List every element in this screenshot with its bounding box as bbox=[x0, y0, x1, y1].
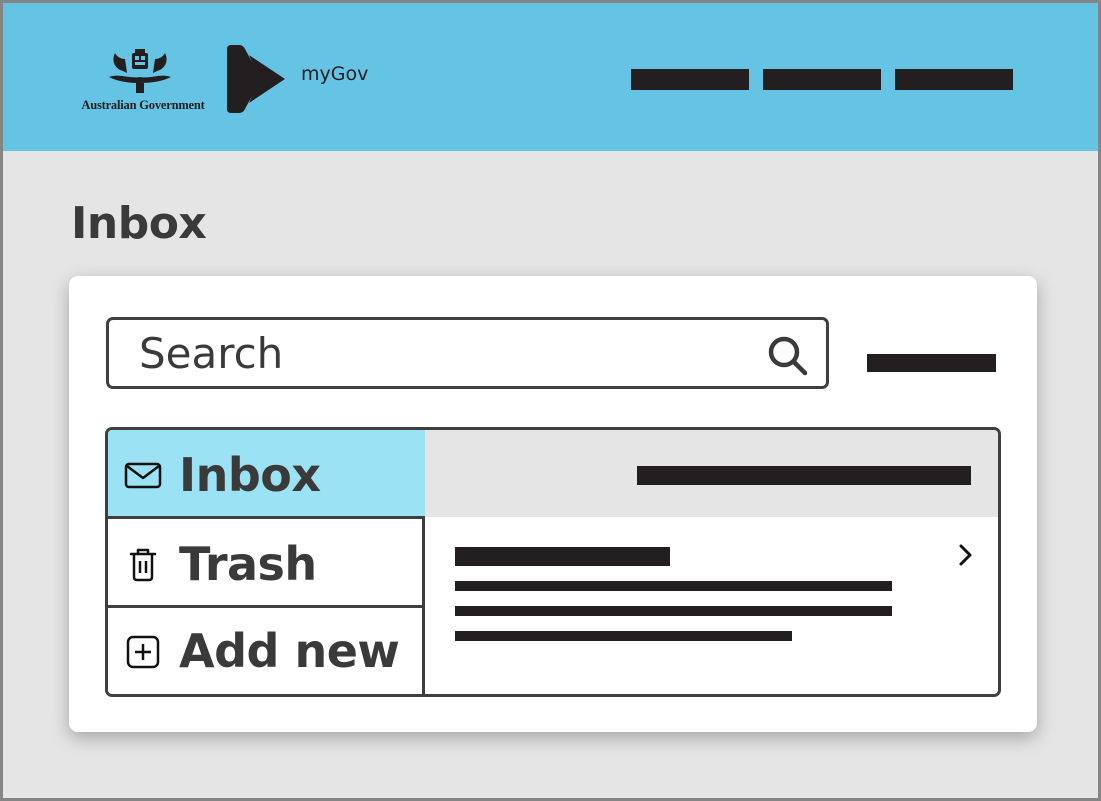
message-area bbox=[425, 430, 998, 694]
folder-inbox[interactable]: Inbox bbox=[108, 430, 425, 519]
message-list-item[interactable] bbox=[425, 517, 998, 694]
chevron-right-icon[interactable] bbox=[955, 541, 977, 569]
search-field[interactable] bbox=[106, 317, 829, 389]
search-input[interactable] bbox=[139, 326, 739, 380]
nav-link-1[interactable] bbox=[631, 69, 749, 90]
folder-trash[interactable]: Trash bbox=[108, 519, 425, 608]
search-icon[interactable] bbox=[766, 334, 810, 378]
folder-add-new[interactable]: Add new bbox=[108, 608, 425, 694]
page-title: Inbox bbox=[71, 198, 207, 249]
redacted-message-title bbox=[455, 547, 670, 566]
mygov-brand[interactable]: myGov bbox=[301, 63, 368, 85]
envelope-icon bbox=[124, 462, 162, 488]
browser-frame: Australian Government myGov Inbox Search… bbox=[0, 0, 1101, 801]
folder-label: Trash bbox=[179, 536, 317, 591]
redacted-preview-line bbox=[455, 581, 892, 591]
nav-link-2[interactable] bbox=[763, 69, 881, 90]
mygov-logo-icon[interactable] bbox=[225, 45, 287, 113]
message-list-header bbox=[425, 430, 998, 517]
plus-square-icon bbox=[126, 635, 160, 669]
coat-of-arms-icon bbox=[109, 49, 171, 93]
australian-government-logo[interactable]: Australian Government bbox=[75, 45, 211, 115]
folder-list: Inbox Trash Add new bbox=[108, 430, 425, 694]
site-header: Australian Government myGov bbox=[3, 3, 1098, 151]
mail-panel: Inbox Trash Add new bbox=[105, 427, 1001, 697]
folder-label: Inbox bbox=[179, 447, 321, 502]
inbox-card: Inbox Trash bbox=[69, 276, 1037, 732]
redacted-heading bbox=[637, 466, 971, 485]
government-label: Australian Government bbox=[81, 98, 205, 112]
redacted-preview-line bbox=[455, 631, 792, 641]
redacted-preview-line bbox=[455, 606, 892, 616]
folder-label: Add new bbox=[179, 624, 400, 678]
trash-icon bbox=[129, 548, 157, 581]
nav-link-3[interactable] bbox=[895, 69, 1013, 90]
redacted-action-link[interactable] bbox=[867, 354, 996, 372]
